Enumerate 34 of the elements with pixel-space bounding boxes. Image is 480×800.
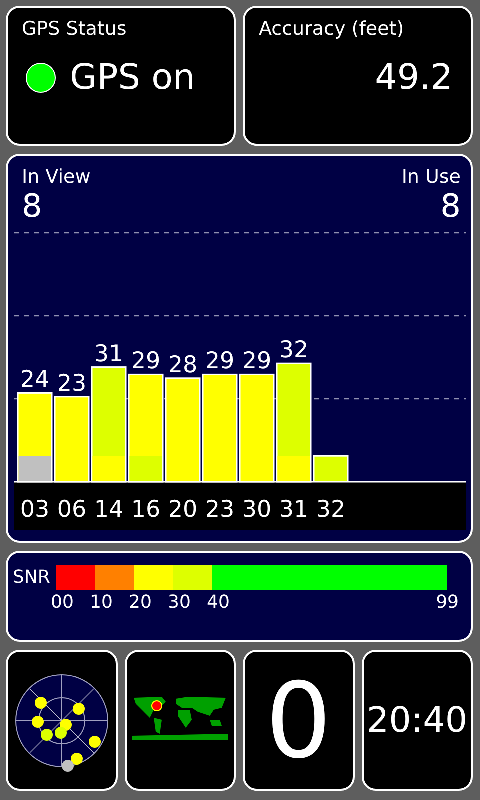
in-use-count: 8 (440, 188, 461, 224)
status-text: GPS on (70, 58, 196, 98)
satellite-id-label: 32 (316, 497, 346, 523)
snr-tick-label: 99 (435, 592, 459, 613)
snr-tick-label: 00 (51, 592, 75, 613)
panel-title: GPS Status (22, 18, 128, 40)
in-view-label: In View (22, 166, 91, 188)
bar-value-label: 23 (57, 370, 87, 397)
snr-tick-label: 20 (129, 592, 153, 613)
satellite-id-label: 23 (205, 497, 235, 523)
counter-value: 0 (266, 668, 332, 772)
in-use-label: In Use (402, 166, 461, 188)
satellite-id-label: 14 (94, 497, 124, 523)
clock-time: 20:40 (366, 700, 468, 740)
satellite-id-label: 30 (242, 497, 272, 523)
bar-value-label: 29 (131, 348, 161, 375)
satellite-id-label: 20 (168, 497, 198, 523)
snr-label: SNR (13, 567, 50, 588)
bar-value-label: 29 (242, 348, 272, 375)
snr-tick-label: 40 (207, 592, 231, 613)
bar-value-label: 32 (279, 338, 309, 364)
in-view-count: 8 (22, 188, 42, 224)
accuracy-value: 49.2 (375, 58, 454, 98)
snr-tick-label: 10 (90, 592, 114, 613)
satellite-id-label: 06 (57, 497, 87, 523)
bar-value-label: 29 (205, 348, 235, 375)
bar-value-label: 24 (20, 367, 50, 394)
satellite-id-label: 03 (20, 497, 50, 523)
bar-value-label: 28 (168, 352, 198, 378)
satellite-id-label: 16 (131, 497, 161, 523)
bar-value-label: 31 (94, 341, 124, 368)
panel-title: Accuracy (feet) (259, 18, 406, 40)
satellite-id-label: 31 (279, 497, 309, 523)
snr-tick-label: 30 (168, 592, 192, 613)
